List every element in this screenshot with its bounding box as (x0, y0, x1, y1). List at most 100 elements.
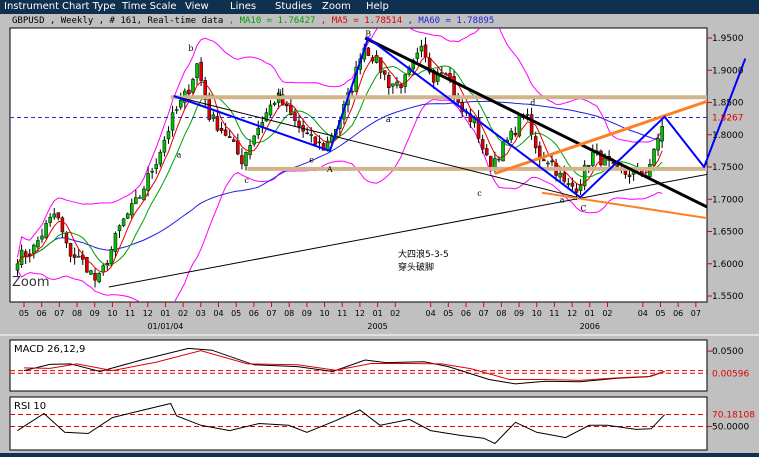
candle-body (215, 116, 220, 131)
y-tick-label: 1.8500 (712, 99, 744, 109)
candle-body (138, 197, 142, 199)
x-tick-label: 02 (602, 309, 612, 318)
y-tick-label: 1.5500 (712, 292, 744, 302)
candle-body (170, 112, 175, 131)
candle-body (174, 109, 179, 111)
x-tick-label: 12 (567, 309, 577, 318)
candle-body (187, 89, 191, 95)
candle-body (484, 148, 489, 156)
candle-body (415, 52, 420, 59)
candle-body (382, 70, 387, 75)
candle-body (423, 44, 428, 58)
y-tick-label: 1.7000 (712, 195, 744, 205)
wave-label: b (188, 44, 193, 53)
candle-body (591, 151, 595, 166)
candle-body (146, 173, 150, 191)
x-tick-label: 11 (549, 309, 559, 318)
candle-body (64, 232, 69, 244)
candle-body (23, 251, 28, 257)
year-label: 2006 (580, 322, 600, 331)
x-tick-label: 10 (107, 309, 117, 318)
x-tick-label: 08 (72, 309, 82, 318)
macd-y-tick-label: 0.0500 (712, 347, 744, 357)
x-tick-label: 05 (443, 309, 453, 318)
candle-body (223, 129, 228, 136)
y-tick-label: 1.8000 (712, 131, 744, 141)
y-tick-label: 1.7500 (712, 163, 744, 173)
candle-body (387, 74, 391, 88)
x-tick-label: 10 (319, 309, 329, 318)
candle-body (399, 84, 403, 89)
candle-body (244, 152, 248, 166)
candle-body (509, 130, 513, 140)
candle-body (272, 102, 277, 105)
x-tick-label: 10 (532, 309, 542, 318)
wave-label: c (477, 189, 482, 198)
candle-body (652, 148, 656, 166)
x-tick-label: 07 (266, 309, 276, 318)
candle-body (497, 158, 501, 161)
candle-body (199, 61, 203, 81)
candle (366, 46, 371, 57)
x-tick-label: 12 (143, 309, 153, 318)
candle-body (60, 217, 65, 233)
rsi-last-value: 70.18108 (712, 411, 755, 421)
candle-body (525, 114, 530, 116)
candle-body (117, 225, 122, 232)
x-tick-label: 09 (90, 309, 100, 318)
zoom-watermark: Zoom (12, 275, 49, 290)
candle-body (195, 63, 199, 79)
candle-body (566, 183, 571, 185)
candle-body (68, 243, 73, 257)
candle-body (44, 223, 48, 238)
wave-label: d (530, 99, 535, 108)
candle-body (227, 136, 232, 139)
candle-body (113, 233, 118, 252)
candle-body (660, 125, 664, 142)
candle-body (109, 249, 114, 264)
wave-label: c (244, 176, 249, 185)
macd-title: MACD 26,12,9 (14, 344, 85, 355)
wave-label: e (309, 155, 314, 164)
candle-body (550, 160, 554, 163)
chart-area[interactable]: b d Bd a e Ac a c a C 大四浪5-3-5穿头破脚 Zoom 1.9500 1.9000… (0, 0, 759, 457)
candle-body (219, 128, 224, 132)
x-tick-label: 01 (585, 309, 595, 318)
candle-body (391, 83, 395, 87)
x-tick-label: 03 (196, 309, 206, 318)
candle-body (546, 162, 550, 165)
candle-body (317, 141, 322, 144)
candle-body (40, 235, 44, 240)
candle-body (533, 136, 538, 149)
candle-body (248, 145, 252, 156)
candle-body (293, 112, 297, 121)
candle-body (403, 74, 407, 87)
annotation-text: 大四浪5-3-5 (398, 248, 449, 260)
x-tick-label: 02 (178, 309, 188, 318)
wave-label: C (580, 204, 586, 213)
candle-body (158, 151, 163, 165)
candle-body (101, 265, 105, 273)
candle-body (15, 263, 20, 271)
y-tick-label: 1.6000 (712, 260, 744, 270)
x-tick-label: 04 (426, 309, 436, 318)
x-tick-label: 09 (514, 309, 524, 318)
candle-body (52, 213, 56, 218)
x-tick-label: 05 (655, 309, 665, 318)
candle-body (419, 45, 424, 52)
candle-body (134, 197, 138, 204)
y-tick-label: 1.6500 (712, 228, 744, 238)
candle-body (366, 47, 371, 56)
candle-body (76, 256, 81, 258)
x-tick-label: 11 (337, 309, 347, 318)
candle-body (97, 272, 101, 283)
x-tick-label: 06 (673, 309, 683, 318)
candle-body (285, 103, 289, 107)
candle-body (268, 104, 273, 116)
candle (501, 140, 505, 162)
candle-body (48, 216, 52, 223)
candle-body (586, 165, 591, 167)
candle-body (36, 240, 40, 248)
candle-body (130, 203, 134, 216)
x-tick-label: 09 (302, 309, 312, 318)
